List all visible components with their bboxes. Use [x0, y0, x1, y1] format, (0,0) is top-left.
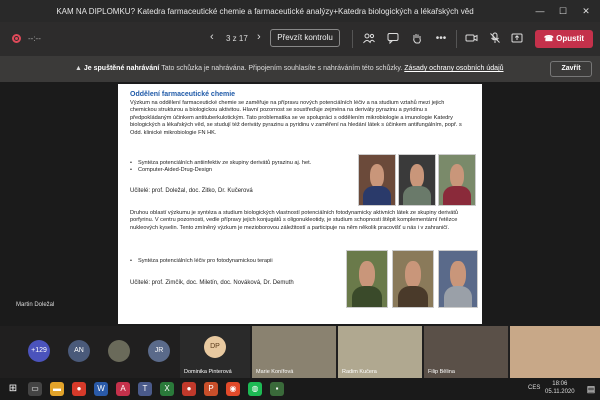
participant-name: Filip Bělina — [428, 369, 455, 375]
leave-button[interactable]: ☎ Opustit — [535, 30, 593, 48]
share-screen-icon[interactable] — [510, 32, 524, 46]
staff-photo — [392, 250, 434, 308]
slide-paragraph-2: Druhou oblastí výzkumu je syntéza a stud… — [130, 210, 459, 231]
toolbar-divider — [456, 30, 457, 48]
title-bar: KAM NA DIPLOMKU? Katedra farmaceutické c… — [0, 0, 600, 22]
clock-date: 05.11.2020 — [545, 388, 575, 395]
maximize-icon[interactable]: ☐ — [555, 4, 571, 18]
participant-avatar: DP — [204, 336, 226, 358]
slide-paragraph-1: Výzkum na oddělení farmaceutické chemie … — [130, 100, 462, 136]
participant-tile[interactable]: Filip Bělina — [424, 326, 508, 378]
take-control-button[interactable]: Převzít kontrolu — [270, 29, 340, 47]
participant-tile[interactable]: Marie Konířová — [252, 326, 336, 378]
more-options-icon[interactable]: ••• — [434, 32, 448, 46]
app-icon[interactable]: ▪ — [270, 382, 284, 396]
participant-name: Marie Konířová — [256, 369, 294, 375]
participant-strip: +129 AN JR DP Dominika Pinterová Marie K… — [0, 326, 600, 378]
staff-photo — [358, 154, 396, 206]
staff-photo — [438, 154, 476, 206]
spotify-icon[interactable]: ◍ — [248, 382, 262, 396]
file-explorer-icon[interactable]: ▬ — [50, 382, 64, 396]
participant-tile[interactable]: Radim Kučera — [338, 326, 422, 378]
staff-photo — [398, 154, 436, 206]
banner-message: Tato schůzka je nahrávána. Připojením so… — [161, 65, 403, 72]
slide-counter: 3 z 17 — [226, 34, 248, 43]
participant-tile[interactable] — [510, 326, 600, 378]
participant-avatar[interactable]: AN — [68, 340, 90, 362]
presenter-name: Martin Doležal — [16, 302, 55, 308]
chrome-icon[interactable]: ◉ — [226, 382, 240, 396]
prev-slide-icon[interactable]: ‹ — [210, 31, 214, 43]
app-icon[interactable]: ● — [182, 382, 196, 396]
next-slide-icon[interactable]: › — [257, 31, 261, 43]
slide-bullets-2: Syntéza potenciálních léčiv pro fotodyna… — [130, 258, 360, 266]
leave-button-label: Opustit — [556, 34, 585, 43]
excel-icon[interactable]: X — [160, 382, 174, 396]
window-title: KAM NA DIPLOMKU? Katedra farmaceutické c… — [56, 7, 474, 16]
meeting-toolbar: --:-- ‹ 3 z 17 › Převzít kontrolu ••• ☎ … — [0, 22, 600, 56]
toolbar-divider — [352, 30, 353, 48]
slide-bullet: Syntéza potenciálních antiinfektiv ze sk… — [130, 160, 360, 168]
slide-teachers-2: Učitelé: prof. Zimčík, doc. Miletín, doc… — [130, 280, 294, 286]
close-window-icon[interactable]: ✕ — [578, 4, 594, 18]
teams-icon[interactable]: T — [138, 382, 152, 396]
slide-bullets-1: Syntéza potenciálních antiinfektiv ze sk… — [130, 160, 360, 175]
slide-title: Oddělení farmaceutické chemie — [130, 91, 236, 98]
recording-icon — [12, 34, 21, 43]
participant-avatar-photo[interactable] — [108, 340, 130, 362]
task-view-icon[interactable]: ▭ — [28, 382, 42, 396]
system-clock[interactable]: 18:06 05.11.2020 — [545, 381, 575, 397]
phone-icon: ☎ — [543, 34, 554, 43]
powerpoint-icon[interactable]: P — [204, 382, 218, 396]
word-icon[interactable]: W — [94, 382, 108, 396]
slide-bullet: Computer-Aided-Drug-Design — [130, 167, 360, 175]
presentation-slide: Oddělení farmaceutické chemie Výzkum na … — [118, 84, 482, 324]
staff-photo — [346, 250, 388, 308]
windows-taskbar: ⊞ ▭ ▬ ● W A T X ● P ◉ ◍ ▪ CES 18:06 05.1… — [0, 378, 600, 400]
language-indicator[interactable]: CES — [528, 385, 540, 391]
clock-time: 18:06 — [552, 381, 568, 387]
staff-photo — [438, 250, 478, 308]
participant-avatar[interactable]: JR — [148, 340, 170, 362]
banner-status: Je spuštěné nahrávání — [83, 65, 160, 72]
warning-icon: ▲ — [75, 65, 82, 72]
start-icon[interactable]: ⊞ — [6, 382, 20, 396]
participant-tile[interactable]: DP Dominika Pinterová — [180, 326, 250, 378]
minimize-icon[interactable]: — — [532, 4, 548, 18]
notifications-icon[interactable]: ▤ — [584, 382, 598, 396]
privacy-link[interactable]: Zásady ochrany osobních údajů — [404, 65, 503, 72]
microphone-muted-icon[interactable] — [488, 32, 502, 46]
chat-icon[interactable] — [386, 32, 400, 46]
slide-teachers-1: Učitelé: prof. Doležal, doc. Zitko, Dr. … — [130, 188, 253, 194]
pdf-icon[interactable]: A — [116, 382, 130, 396]
slide-bullet: Syntéza potenciálních léčiv pro fotodyna… — [130, 258, 360, 266]
participant-name: Radim Kučera — [342, 369, 377, 375]
recording-banner: ▲ Je spuštěné nahrávání Tato schůzka je … — [0, 56, 600, 82]
camera-icon[interactable] — [464, 32, 478, 46]
raise-hand-icon[interactable] — [410, 32, 424, 46]
dismiss-banner-button[interactable]: Zavřít — [550, 61, 592, 77]
banner-text: ▲ Je spuštěné nahrávání Tato schůzka je … — [75, 65, 504, 72]
participants-icon[interactable] — [362, 32, 376, 46]
meeting-timer: --:-- — [28, 34, 41, 43]
browser-icon[interactable]: ● — [72, 382, 86, 396]
more-participants-badge[interactable]: +129 — [28, 340, 50, 362]
participant-name: Dominika Pinterová — [184, 369, 232, 375]
